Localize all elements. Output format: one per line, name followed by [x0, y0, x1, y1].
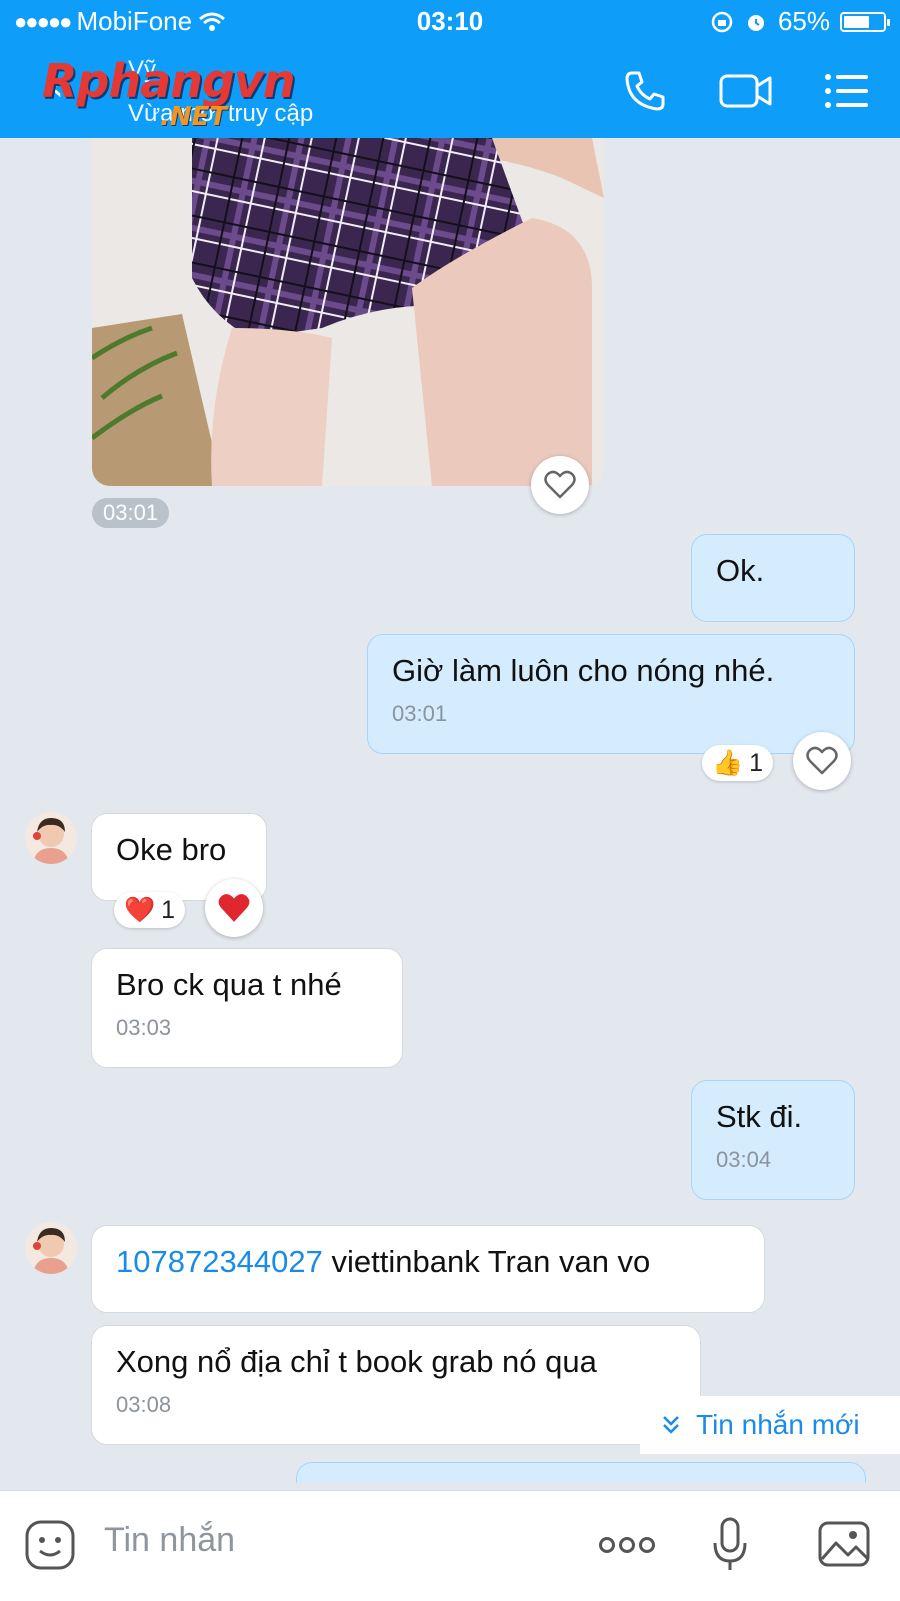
- status-right: 65%: [710, 6, 890, 37]
- shared-photo[interactable]: [92, 138, 604, 486]
- sticker-icon[interactable]: [24, 1519, 76, 1571]
- alarm-icon: [747, 14, 764, 31]
- reaction-count: 1: [161, 895, 176, 924]
- message-text: Bro ck qua t nhé: [116, 967, 342, 1002]
- outgoing-message[interactable]: Giờ làm luôn cho nóng nhé. 03:01: [367, 634, 855, 754]
- contact-avatar[interactable]: [25, 812, 77, 864]
- message-timestamp: 03:04: [716, 1147, 772, 1172]
- rotation-lock-icon: [711, 11, 733, 32]
- message-input[interactable]: Tin nhắn: [104, 1521, 235, 1560]
- red-heart-icon: [218, 894, 250, 922]
- account-number-link[interactable]: 107872344027: [116, 1244, 323, 1279]
- image-icon[interactable]: [818, 1521, 870, 1567]
- reaction-summary[interactable]: 👍 1: [702, 745, 774, 781]
- battery-icon: [840, 11, 890, 32]
- message-composer: Tin nhắn: [0, 1490, 900, 1601]
- incoming-message[interactable]: Bro ck qua t nhé 03:03: [91, 948, 403, 1068]
- outgoing-message[interactable]: Ok.: [691, 534, 855, 622]
- message-timestamp: 03:01: [392, 701, 448, 726]
- microphone-icon[interactable]: [712, 1517, 748, 1573]
- react-button[interactable]: [531, 456, 589, 514]
- red-heart-icon: ❤️: [124, 895, 156, 924]
- new-messages-button[interactable]: Tin nhắn mới: [640, 1396, 900, 1454]
- message-text: Xong nổ địa chỉ t book grab nó qua: [116, 1344, 597, 1379]
- heart-outline-icon: [806, 746, 838, 775]
- heart-outline-icon: [544, 470, 576, 499]
- message-text: Ok.: [716, 553, 765, 588]
- status-bar: ●●●●● MobiFone 03:10 65%: [0, 0, 900, 44]
- more-options-icon[interactable]: [598, 1535, 656, 1555]
- phone-call-icon[interactable]: [622, 68, 668, 114]
- menu-icon[interactable]: [824, 73, 870, 109]
- message-text: Oke bro: [116, 832, 227, 867]
- battery-percent: 65%: [777, 6, 830, 36]
- contact-avatar[interactable]: [25, 1222, 77, 1274]
- message-timestamp: 03:03: [116, 1015, 172, 1040]
- message-text: viettinbank Tran van vo: [322, 1244, 651, 1279]
- message-timestamp: 03:01: [92, 498, 170, 528]
- outgoing-message-partial[interactable]: [296, 1462, 866, 1483]
- incoming-message[interactable]: 107872344027 viettinbank Tran van vo: [91, 1225, 765, 1313]
- react-button[interactable]: [793, 732, 851, 790]
- reaction-summary[interactable]: ❤️ 1: [114, 892, 186, 928]
- react-button[interactable]: [205, 879, 263, 937]
- message-text: Giờ làm luôn cho nóng nhé.: [392, 653, 775, 688]
- watermark-logo: Rphangvn: [42, 54, 296, 108]
- thumbs-up-icon: 👍: [712, 748, 744, 777]
- message-timestamp: 03:08: [116, 1392, 172, 1417]
- reaction-count: 1: [749, 748, 764, 777]
- watermark-logo-suffix: .NET: [160, 102, 228, 132]
- outgoing-message[interactable]: Stk đi. 03:04: [691, 1080, 855, 1200]
- video-call-icon[interactable]: [718, 71, 774, 111]
- chat-header: ‹ Vỹ Vừa mới truy cập Rphangvn .NET: [0, 44, 900, 138]
- double-chevron-down-icon: [663, 1416, 679, 1434]
- incoming-message[interactable]: Xong nổ địa chỉ t book grab nó qua 03:08: [91, 1325, 701, 1445]
- new-messages-label: Tin nhắn mới: [696, 1409, 860, 1440]
- message-text: Stk đi.: [716, 1099, 803, 1134]
